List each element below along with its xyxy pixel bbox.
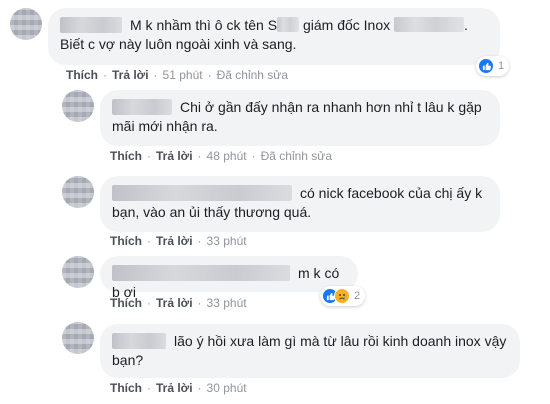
comment-bubble: M k nhầm thì ô ck tên S giám đốc Inox . … <box>48 8 500 65</box>
timestamp[interactable]: 33 phút <box>207 234 247 248</box>
comment-actions: Thích · Trả lời · 48 phút · Đã chỉnh sửa <box>110 149 332 163</box>
commenter-name-redacted[interactable] <box>112 185 292 201</box>
redacted-text <box>394 17 465 32</box>
commenter-name-redacted[interactable] <box>112 333 166 349</box>
commenter-name-redacted[interactable] <box>112 99 172 115</box>
comment-actions: Thích · Trả lời · 30 phút <box>110 381 247 395</box>
avatar[interactable] <box>62 322 94 354</box>
redacted-text <box>277 17 300 32</box>
like-link[interactable]: Thích <box>110 381 142 395</box>
reaction-summary[interactable]: 2 <box>320 286 366 306</box>
comment-bubble: Chi ở gần đấy nhận ra nhanh hơn nhỉ t lâ… <box>100 90 500 146</box>
commenter-name-redacted[interactable] <box>112 265 290 281</box>
reaction-count: 2 <box>354 290 361 302</box>
like-link[interactable]: Thích <box>110 234 142 248</box>
comment-bubble: lão ý hồi xưa làm gì mà từ lâu rồi kinh … <box>100 324 520 378</box>
like-link[interactable]: Thích <box>110 296 142 310</box>
comment-text: lão ý hồi xưa làm gì mà từ lâu rồi kinh … <box>112 333 507 368</box>
comment-actions: Thích · Trả lời · 33 phút <box>110 234 247 248</box>
commenter-name-redacted[interactable] <box>60 17 122 33</box>
avatar[interactable] <box>62 176 94 208</box>
like-link[interactable]: Thích <box>110 149 142 163</box>
reply-link[interactable]: Trả lời <box>156 149 193 163</box>
like-link[interactable]: Thích <box>66 68 98 82</box>
comment-bubble: có nick facebook của chị ấy k bạn, vào a… <box>100 176 500 232</box>
sad-icon <box>334 288 350 304</box>
timestamp[interactable]: 33 phút <box>207 296 247 310</box>
timestamp[interactable]: 51 phút <box>163 68 203 82</box>
timestamp[interactable]: 48 phút <box>207 149 247 163</box>
reaction-summary[interactable]: 1 <box>476 56 510 76</box>
timestamp[interactable]: 30 phút <box>207 381 247 395</box>
avatar[interactable] <box>62 256 94 288</box>
reply-link[interactable]: Trả lời <box>112 68 149 82</box>
edited-label[interactable]: Đã chỉnh sửa <box>217 68 288 82</box>
like-icon <box>478 58 494 74</box>
comment-actions: Thích · Trả lời · 33 phút <box>110 296 247 310</box>
avatar[interactable] <box>62 90 94 122</box>
reaction-count: 1 <box>498 60 505 72</box>
edited-label[interactable]: Đã chỉnh sửa <box>261 149 332 163</box>
comment-actions: Thích · Trả lời · 51 phút · Đã chỉnh sửa <box>66 68 288 82</box>
reply-link[interactable]: Trả lời <box>156 296 193 310</box>
comment-bubble: m k có b ơi <box>100 256 358 300</box>
reply-link[interactable]: Trả lời <box>156 234 193 248</box>
avatar[interactable] <box>10 8 42 40</box>
reply-link[interactable]: Trả lời <box>156 381 193 395</box>
